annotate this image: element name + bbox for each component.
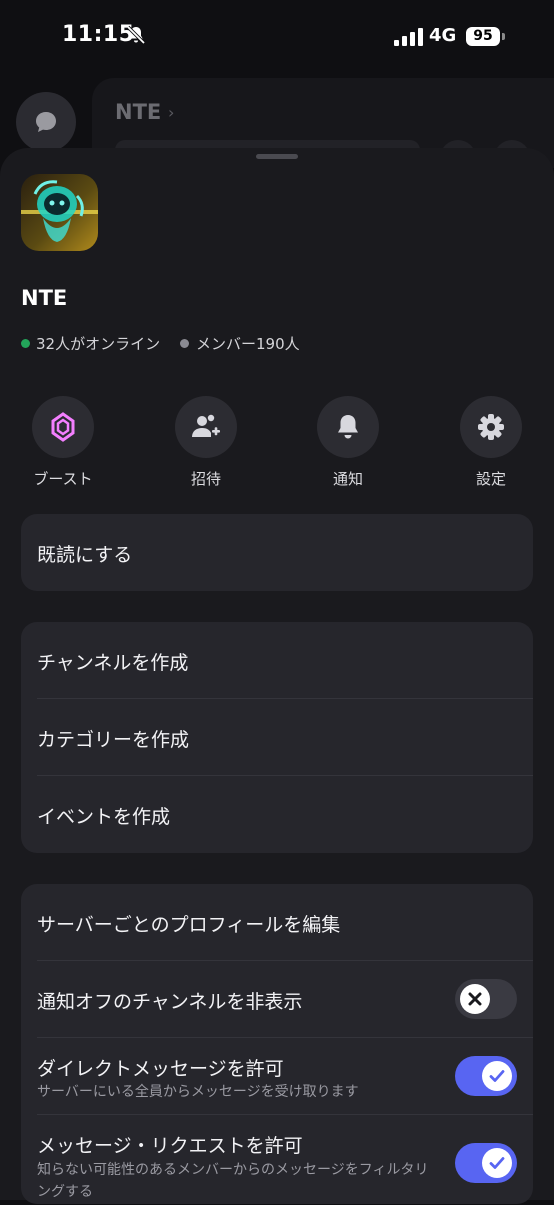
hide-muted-row[interactable]: 通知オフのチャンネルを非表示 [21,961,533,1038]
background-server-title: NTE [115,100,162,124]
create-category-label: カテゴリーを作成 [37,729,190,751]
create-event-row[interactable]: イベントを作成 [21,776,533,853]
create-card: チャンネルを作成 カテゴリーを作成 イベントを作成 [21,622,533,853]
invite-button[interactable]: 招待 [156,396,256,489]
hide-muted-toggle[interactable] [455,979,517,1019]
allow-requests-row[interactable]: メッセージ・リクエストを許可 知らない可能性のあるメンバーからのメッセージをフィ… [21,1115,533,1205]
settings-card: サーバーごとのプロフィールを編集 通知オフのチャンネルを非表示 ダイレクトメッセ… [21,884,533,1204]
notifications-button[interactable]: 通知 [298,396,398,489]
server-icon[interactable] [21,174,98,251]
battery-level: 95 [466,27,500,46]
cellular-signal-icon [394,28,423,46]
invite-label: 招待 [190,470,221,488]
battery-tip [502,33,505,40]
checkmark-icon [482,1061,512,1091]
bell-icon [317,396,379,458]
silent-mode-icon [126,25,146,45]
chevron-right-icon: › [168,103,175,122]
boost-label: ブースト [33,470,93,488]
boost-button[interactable]: ブースト [13,396,113,489]
boost-icon [32,396,94,458]
status-bar: 11:15 4G 95 [0,0,554,76]
network-type: 4G [429,25,457,46]
server-name: NTE [21,286,68,310]
gear-icon [460,396,522,458]
direct-messages-icon [16,92,76,152]
online-count: 32人がオンライン [36,335,161,353]
close-icon [460,984,490,1014]
invite-user-icon [175,396,237,458]
settings-label: 設定 [475,470,506,488]
online-status-dot [21,339,30,348]
create-category-row[interactable]: カテゴリーを作成 [21,699,533,776]
status-time: 11:15 [62,22,135,47]
settings-button[interactable]: 設定 [441,396,541,489]
edit-profile-row[interactable]: サーバーごとのプロフィールを編集 [21,884,533,961]
allow-dm-description: サーバーにいる全員からメッセージを受け取ります [37,1084,359,1100]
create-channel-row[interactable]: チャンネルを作成 [21,622,533,699]
hide-muted-label: 通知オフのチャンネルを非表示 [37,991,303,1013]
sheet-drag-handle[interactable] [256,154,298,159]
checkmark-icon [482,1148,512,1178]
allow-requests-label: メッセージ・リクエストを許可 [37,1135,303,1157]
create-event-label: イベントを作成 [37,806,171,828]
notifications-label: 通知 [332,470,363,488]
mark-read-label: 既読にする [37,544,133,566]
allow-dm-toggle[interactable] [455,1056,517,1096]
allow-dm-row[interactable]: ダイレクトメッセージを許可 サーバーにいる全員からメッセージを受け取ります [21,1038,533,1115]
mark-read-card: 既読にする [21,514,533,591]
member-count: メンバー190人 [196,335,300,353]
allow-requests-description: 知らない可能性のあるメンバーからのメッセージをフィルタリングする [37,1162,429,1200]
edit-profile-label: サーバーごとのプロフィールを編集 [37,914,341,936]
allow-dm-label: ダイレクトメッセージを許可 [37,1058,284,1080]
member-status-dot [180,339,189,348]
mark-read-row[interactable]: 既読にする [21,514,533,591]
allow-requests-toggle[interactable] [455,1143,517,1183]
create-channel-label: チャンネルを作成 [37,652,189,674]
